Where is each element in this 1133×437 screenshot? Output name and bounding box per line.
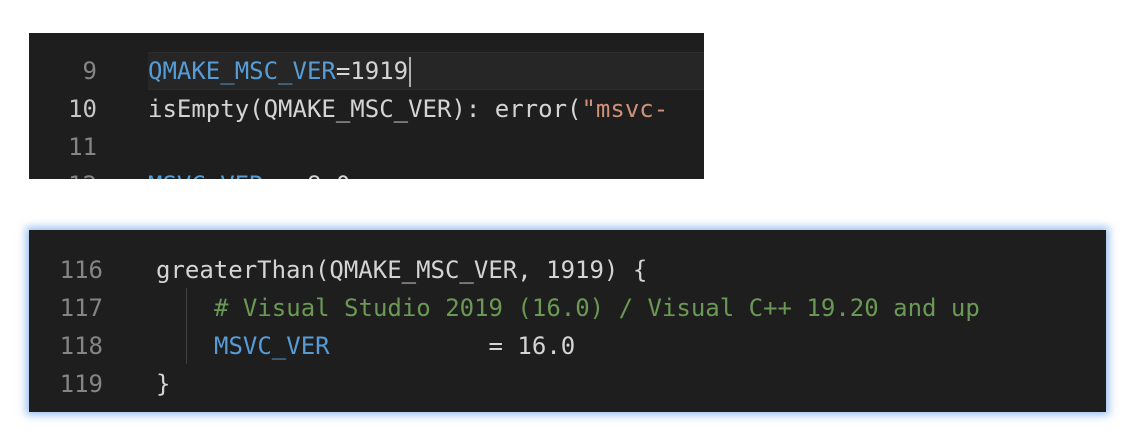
code-line[interactable]: 10 QMAKE_MSC_VER=1919 xyxy=(29,52,704,123)
code-line[interactable]: 11 isEmpty(QMAKE_MSC_VER): error("msvc- xyxy=(29,90,704,161)
string-token: "msvc- xyxy=(581,95,669,123)
function-call-token: isEmpty(QMAKE_MSC_VER): error( xyxy=(148,95,582,123)
code-text[interactable]: MSVC_VER = 16.0 xyxy=(156,327,575,365)
code-text[interactable]: isEmpty(QMAKE_MSC_VER): error("msvc- xyxy=(148,90,668,128)
assignment-token: = 8.0 xyxy=(264,171,350,179)
code-line[interactable]: 120 } xyxy=(29,365,1106,412)
code-text[interactable]: } xyxy=(156,365,170,403)
code-editor-top[interactable]: 9 10 QMAKE_MSC_VER=1919 11 isEmpty(QMAKE… xyxy=(29,33,704,179)
code-line[interactable]: 118 # Visual Studio 2019 (16.0) / Visual… xyxy=(29,289,1106,360)
code-text[interactable]: MSVC_VER = 8.0 xyxy=(148,166,350,179)
code-text[interactable]: QMAKE_MSC_VER=1919 xyxy=(148,52,412,90)
assignment-token: = 16.0 xyxy=(329,332,576,360)
code-text[interactable]: greaterThan(QMAKE_MSC_VER, 1919) { xyxy=(156,251,647,289)
code-line[interactable]: 12 xyxy=(29,128,704,179)
code-line: 116 xyxy=(29,230,1106,284)
variable-token: MSVC_VER xyxy=(148,171,264,179)
code-text[interactable]: # Visual Studio 2019 (16.0) / Visual C++… xyxy=(156,289,980,327)
code-line[interactable]: 119 MSVC_VER = 16.0 xyxy=(29,327,1106,398)
line-number: 120 xyxy=(35,403,103,412)
text-cursor xyxy=(409,57,412,87)
code-line: 9 xyxy=(29,33,704,85)
variable-token: MSVC_VER xyxy=(214,332,330,360)
code-editor-bottom[interactable]: 116 117 greaterThan(QMAKE_MSC_VER, 1919)… xyxy=(29,230,1106,412)
comment-token: # Visual Studio 2019 (16.0) / Visual C++… xyxy=(214,294,980,322)
code-line[interactable]: 13 MSVC_VER = 8.0 xyxy=(29,166,704,179)
assignment-token: =1919 xyxy=(335,57,409,85)
code-line[interactable]: 117 greaterThan(QMAKE_MSC_VER, 1919) { xyxy=(29,251,1106,322)
variable-token: QMAKE_MSC_VER xyxy=(148,57,336,85)
